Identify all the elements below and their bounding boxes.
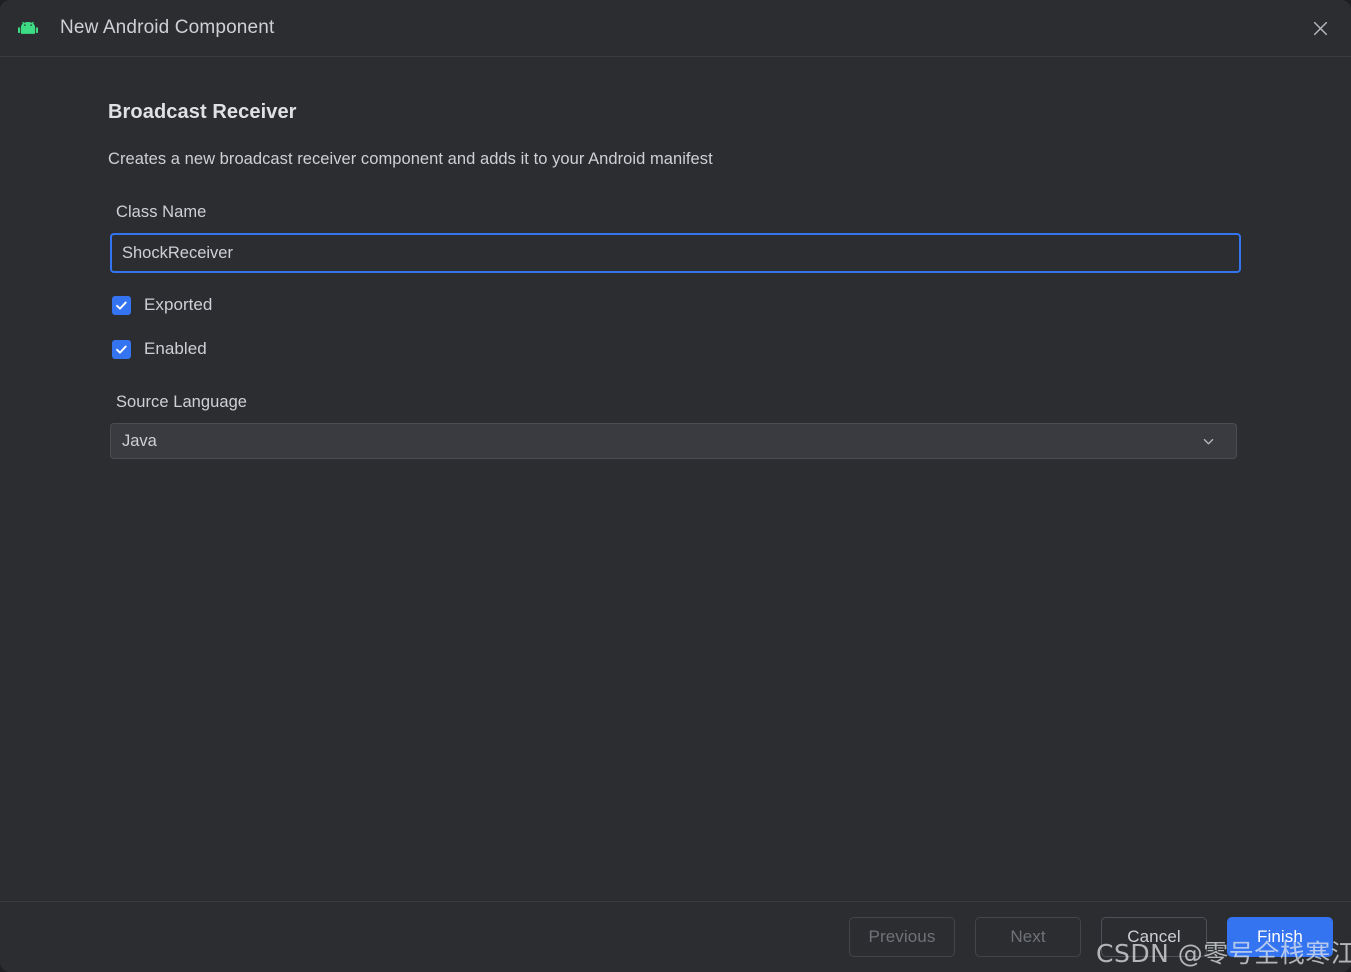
- cancel-button[interactable]: Cancel: [1101, 917, 1207, 957]
- dialog-titlebar: New Android Component: [0, 0, 1351, 57]
- class-name-label: Class Name: [116, 203, 207, 221]
- dialog-content: Broadcast Receiver Creates a new broadca…: [0, 57, 1351, 901]
- page-title: Broadcast Receiver: [108, 101, 297, 123]
- source-language-label: Source Language: [116, 393, 248, 411]
- dialog-title: New Android Component: [60, 17, 275, 38]
- class-name-input[interactable]: ShockReceiver: [110, 233, 1241, 273]
- previous-button[interactable]: Previous: [849, 917, 955, 957]
- next-button[interactable]: Next: [975, 917, 1081, 957]
- page-description: Creates a new broadcast receiver compone…: [108, 150, 713, 168]
- dialog-footer: Previous Next Cancel Finish: [0, 901, 1351, 972]
- source-language-value: Java: [122, 431, 157, 450]
- chevron-down-icon[interactable]: [1198, 431, 1218, 451]
- exported-checkbox[interactable]: [112, 295, 131, 315]
- enabled-checkbox[interactable]: [112, 339, 131, 359]
- enabled-checkbox-row[interactable]: Enabled: [112, 339, 207, 359]
- finish-button[interactable]: Finish: [1227, 917, 1333, 957]
- android-robot-icon: [16, 16, 40, 40]
- exported-label: Exported: [144, 295, 213, 314]
- source-language-select[interactable]: Java: [110, 423, 1237, 459]
- enabled-label: Enabled: [144, 339, 207, 358]
- close-icon[interactable]: [1303, 11, 1337, 45]
- new-android-component-dialog: New Android Component Broadcast Receiver…: [0, 0, 1351, 972]
- exported-checkbox-row[interactable]: Exported: [112, 295, 212, 315]
